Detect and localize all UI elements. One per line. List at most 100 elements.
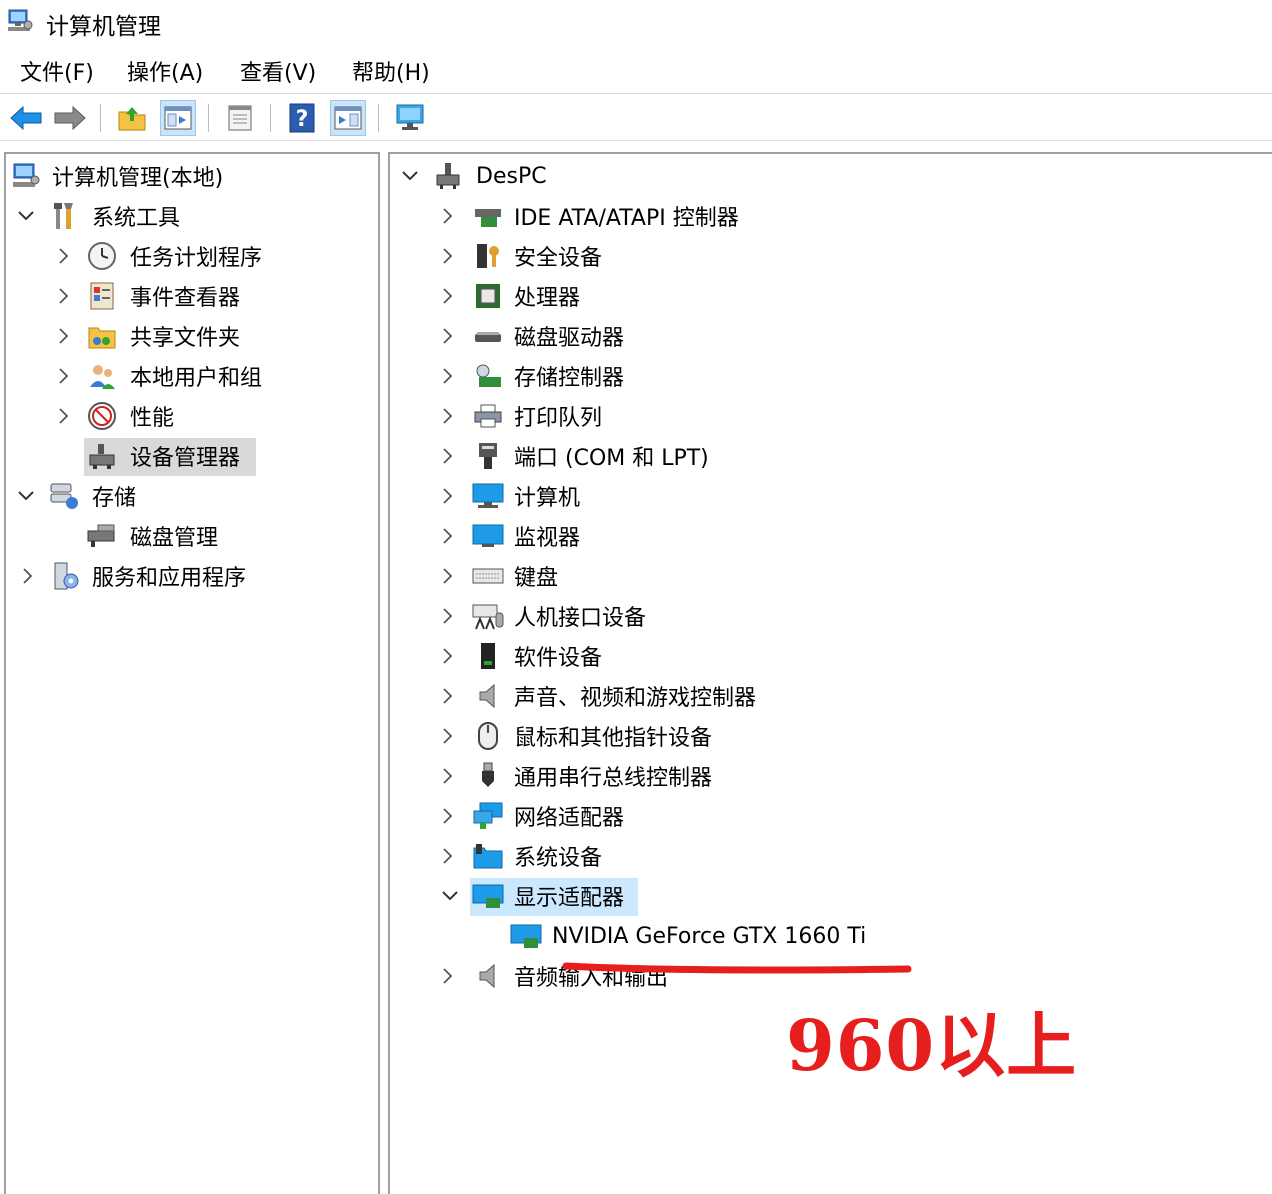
device-category-print-queues[interactable]: 打印队列 (390, 396, 1270, 436)
toolbar: ? (0, 93, 1272, 141)
tree-label: 任务计划程序 (130, 246, 263, 271)
menu-help[interactable]: 帮助(H) (352, 55, 430, 87)
printer-icon (472, 400, 504, 432)
tree-item-local-users[interactable]: 本地用户和组 (6, 356, 378, 396)
display-adapter-icon (472, 880, 504, 912)
forward-button[interactable] (52, 100, 88, 136)
chevron-down-icon[interactable] (16, 206, 36, 226)
properties-button[interactable] (222, 100, 258, 136)
chevron-right-icon[interactable] (438, 966, 458, 986)
device-category-hid[interactable]: 人机接口设备 (390, 596, 1270, 636)
device-category-storage-controllers[interactable]: 存储控制器 (390, 356, 1270, 396)
chevron-down-icon[interactable] (440, 886, 460, 906)
device-category-sound[interactable]: 声音、视频和游戏控制器 (390, 676, 1270, 716)
menu-action[interactable]: 操作(A) (127, 55, 203, 87)
chevron-right-icon[interactable] (18, 566, 38, 586)
chevron-right-icon[interactable] (438, 206, 458, 226)
chevron-right-icon[interactable] (438, 486, 458, 506)
tree-item-performance[interactable]: 性能 (6, 396, 378, 436)
ide-controller-icon (472, 200, 504, 232)
chevron-right-icon[interactable] (54, 366, 74, 386)
device-category-label: 处理器 (514, 286, 581, 311)
show-hide-tree-button[interactable] (160, 100, 196, 136)
device-item-gpu[interactable]: NVIDIA GeForce GTX 1660 Ti (390, 916, 1270, 956)
device-category-ports[interactable]: 端口 (COM 和 LPT) (390, 436, 1270, 476)
speaker-icon (472, 960, 504, 992)
chevron-right-icon[interactable] (438, 326, 458, 346)
device-category-label: 软件设备 (514, 646, 603, 671)
chevron-right-icon[interactable] (438, 366, 458, 386)
svg-text:?: ? (296, 107, 309, 132)
scan-hardware-button[interactable] (392, 100, 428, 136)
properties-icon (228, 105, 252, 131)
menu-view[interactable]: 查看(V) (240, 55, 316, 87)
device-category-network[interactable]: 网络适配器 (390, 796, 1270, 836)
users-icon (86, 360, 118, 392)
console-tree-pane[interactable]: 计算机管理(本地) 系统工具 任务计划程序 事件查看器 共享文件夹 本地用户和组… (4, 152, 380, 1194)
tree-label: 设备管理器 (130, 446, 241, 471)
chevron-right-icon[interactable] (438, 686, 458, 706)
device-category-display-adapters[interactable]: 显示适配器 (390, 876, 1270, 916)
keyboard-icon (472, 560, 504, 592)
shared-folder-icon (86, 320, 118, 352)
device-category-disk-drives[interactable]: 磁盘驱动器 (390, 316, 1270, 356)
chevron-right-icon[interactable] (438, 446, 458, 466)
chevron-right-icon[interactable] (438, 526, 458, 546)
tree-item-device-manager[interactable]: 设备管理器 (6, 436, 378, 476)
device-category-security[interactable]: 安全设备 (390, 236, 1270, 276)
tree-item-services-apps[interactable]: 服务和应用程序 (6, 556, 378, 596)
help-icon: ? (289, 103, 315, 133)
tree-item-shared-folders[interactable]: 共享文件夹 (6, 316, 378, 356)
help-button[interactable]: ? (284, 100, 320, 136)
device-category-system-devices[interactable]: 系统设备 (390, 836, 1270, 876)
device-category-label: 存储控制器 (514, 366, 625, 391)
chevron-right-icon[interactable] (438, 286, 458, 306)
storage-controller-icon (472, 360, 504, 392)
chevron-right-icon[interactable] (54, 286, 74, 306)
chevron-right-icon[interactable] (438, 606, 458, 626)
menu-file[interactable]: 文件(F) (20, 55, 94, 87)
tree-label: 磁盘管理 (130, 526, 219, 551)
tree-item-storage[interactable]: 存储 (6, 476, 378, 516)
chevron-right-icon[interactable] (438, 806, 458, 826)
disk-management-icon (86, 520, 118, 552)
device-category-usb[interactable]: 通用串行总线控制器 (390, 756, 1270, 796)
annotation-text: 960以上 (786, 1004, 1078, 1087)
device-root-despc[interactable]: DesPC (390, 156, 1270, 196)
chevron-down-icon[interactable] (400, 166, 420, 186)
chevron-right-icon[interactable] (54, 326, 74, 346)
device-category-computer[interactable]: 计算机 (390, 476, 1270, 516)
device-category-keyboards[interactable]: 键盘 (390, 556, 1270, 596)
device-category-mice[interactable]: 鼠标和其他指针设备 (390, 716, 1270, 756)
device-category-monitors[interactable]: 监视器 (390, 516, 1270, 556)
device-category-label: IDE ATA/ATAPI 控制器 (514, 206, 739, 231)
chevron-right-icon[interactable] (438, 566, 458, 586)
tree-item-root[interactable]: 计算机管理(本地) (6, 156, 378, 196)
chevron-right-icon[interactable] (54, 406, 74, 426)
chevron-right-icon[interactable] (54, 246, 74, 266)
tools-icon (48, 200, 80, 232)
mouse-icon (472, 720, 504, 752)
device-category-label: 磁盘驱动器 (514, 326, 625, 351)
chevron-right-icon[interactable] (438, 246, 458, 266)
device-category-processor[interactable]: 处理器 (390, 276, 1270, 316)
chevron-right-icon[interactable] (438, 646, 458, 666)
chevron-right-icon[interactable] (438, 846, 458, 866)
event-log-icon (86, 280, 118, 312)
device-category-software-devices[interactable]: 软件设备 (390, 636, 1270, 676)
computer-management-icon (10, 160, 42, 192)
back-button[interactable] (8, 100, 44, 136)
computer-name: DesPC (476, 163, 547, 189)
tree-label: 服务和应用程序 (92, 566, 247, 591)
tree-item-task-scheduler[interactable]: 任务计划程序 (6, 236, 378, 276)
chevron-down-icon[interactable] (16, 486, 36, 506)
tree-item-disk-management[interactable]: 磁盘管理 (6, 516, 378, 556)
device-category-ide[interactable]: IDE ATA/ATAPI 控制器 (390, 196, 1270, 236)
action-pane-button[interactable] (330, 100, 366, 136)
tree-item-system-tools[interactable]: 系统工具 (6, 196, 378, 236)
chevron-right-icon[interactable] (438, 726, 458, 746)
chevron-right-icon[interactable] (438, 766, 458, 786)
up-level-button[interactable] (114, 100, 150, 136)
chevron-right-icon[interactable] (438, 406, 458, 426)
tree-item-event-viewer[interactable]: 事件查看器 (6, 276, 378, 316)
